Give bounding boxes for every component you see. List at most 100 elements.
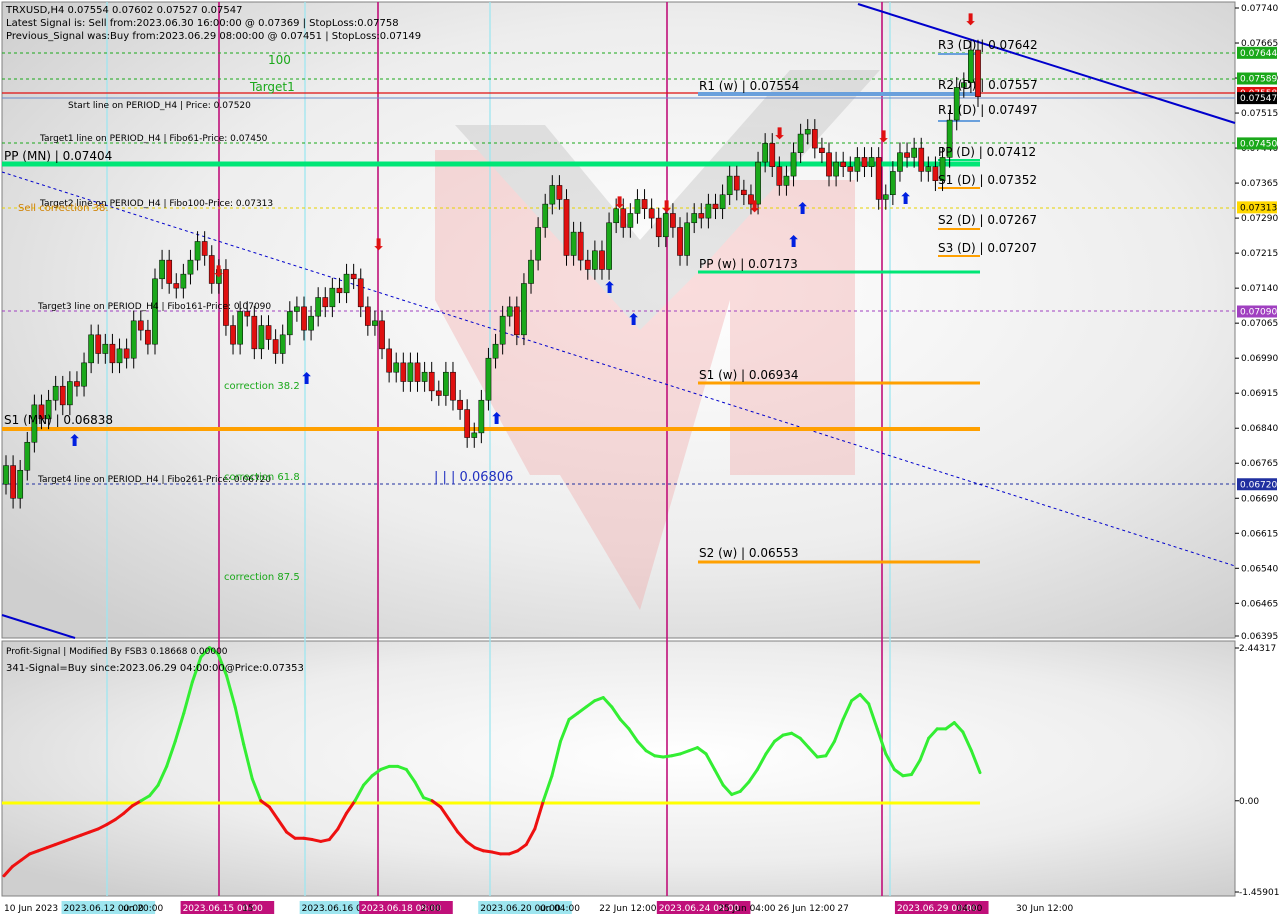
indicator-panel-bg bbox=[1, 640, 1236, 897]
annot-start-line: Start line on PERIOD_H4 | Price: 0.07520 bbox=[68, 101, 251, 111]
candle-body bbox=[776, 166, 783, 186]
candle-body bbox=[329, 287, 336, 308]
candle-body bbox=[684, 222, 690, 256]
candle-body bbox=[400, 362, 407, 382]
candle-body bbox=[159, 259, 165, 280]
candle-body bbox=[372, 320, 378, 326]
price-tick-label: 0.07515 bbox=[1241, 109, 1278, 119]
candle-body bbox=[492, 343, 499, 359]
candle-body bbox=[17, 469, 24, 499]
annot-correction-382: correction 38.2 bbox=[224, 381, 300, 392]
candle-body bbox=[549, 185, 556, 205]
candle-body bbox=[24, 441, 31, 471]
candle-body bbox=[535, 227, 541, 261]
candle-body bbox=[130, 320, 137, 359]
candle-body bbox=[393, 362, 400, 373]
price-tick-label: 0.06615 bbox=[1241, 529, 1278, 539]
candle-body bbox=[95, 334, 102, 354]
level-s1-d: S1 (D) | 0.07352 bbox=[938, 173, 1037, 187]
candle-body bbox=[599, 250, 605, 270]
candle-body bbox=[407, 362, 414, 382]
candle-body bbox=[230, 325, 236, 345]
candle-body bbox=[826, 152, 832, 177]
candle-body bbox=[187, 259, 194, 275]
candle-body bbox=[301, 306, 307, 331]
candle-body bbox=[904, 152, 910, 158]
indicator-axis: 2.44317 0.00 -1.45901 bbox=[1235, 644, 1279, 898]
candle-body bbox=[272, 339, 279, 354]
candle-body bbox=[712, 203, 719, 210]
sell-arrow: ⬇ bbox=[964, 10, 977, 29]
level-s1-mn: S1 (MN) | 0.06838 bbox=[4, 413, 113, 427]
candle-body bbox=[577, 231, 584, 261]
sell-arrow: ⬇ bbox=[212, 262, 225, 281]
candle-body bbox=[819, 147, 825, 153]
level-pp-d: PP (D) | 0.07412 bbox=[938, 145, 1036, 159]
candle-body bbox=[783, 175, 790, 186]
candle-body bbox=[811, 129, 818, 149]
candle-body bbox=[102, 343, 109, 354]
candle-body bbox=[464, 409, 471, 438]
candle-body bbox=[847, 166, 854, 172]
candle-body bbox=[450, 371, 456, 401]
candle-body bbox=[513, 306, 520, 336]
candle-body bbox=[457, 399, 463, 410]
candle-body bbox=[308, 315, 314, 331]
candle-body bbox=[237, 311, 243, 345]
time-tick-label: 30 Jun 12:00 bbox=[1016, 904, 1073, 914]
candle-body bbox=[386, 348, 392, 373]
price-tag-label: 0.07589 bbox=[1240, 75, 1277, 85]
candle-body bbox=[258, 325, 265, 350]
candle-body bbox=[556, 185, 563, 200]
candle-body bbox=[364, 306, 371, 326]
candle-body bbox=[570, 231, 577, 256]
candle-body bbox=[471, 432, 478, 438]
indicator-signal: 341-Signal=Buy since:2023.06.29 04:00:00… bbox=[6, 663, 304, 674]
price-tick-label: 0.06840 bbox=[1241, 424, 1278, 434]
candle-body bbox=[521, 283, 527, 336]
price-tag-label: 0.07547 bbox=[1240, 94, 1277, 104]
price-tag-label: 0.07450 bbox=[1240, 139, 1277, 149]
candle-body bbox=[336, 287, 343, 294]
candle-body bbox=[435, 390, 442, 396]
level-r2-d: R2 (D) | 0.07557 bbox=[938, 78, 1038, 92]
candle-body bbox=[343, 273, 350, 294]
annot-sell-correction: Sell correction 38. bbox=[18, 203, 109, 214]
price-tick-label: 0.06765 bbox=[1241, 459, 1278, 469]
candle-body bbox=[769, 143, 776, 168]
candle-body bbox=[634, 199, 641, 214]
candle-body bbox=[641, 199, 648, 210]
price-tag-label: 0.07644 bbox=[1240, 49, 1277, 59]
candle-body bbox=[485, 357, 492, 401]
price-tick-label: 0.06465 bbox=[1241, 599, 1278, 609]
level-pp-mn: PP (MN) | 0.07404 bbox=[4, 149, 112, 163]
price-tick-label: 0.06395 bbox=[1241, 632, 1278, 642]
annot-100: 100 bbox=[268, 53, 291, 67]
candle-body bbox=[506, 306, 513, 317]
candle-body bbox=[691, 213, 698, 224]
candle-body bbox=[67, 381, 73, 406]
annot-correction-618: correction 61.8 bbox=[224, 472, 300, 483]
candle-body bbox=[528, 259, 534, 284]
candle-body bbox=[854, 157, 861, 172]
candle-body bbox=[322, 297, 329, 308]
candle-body bbox=[244, 311, 251, 317]
time-tick-label: un 04:00 bbox=[540, 904, 580, 914]
price-tick-label: 0.07215 bbox=[1241, 249, 1278, 259]
candle-body bbox=[925, 166, 932, 172]
candle-body bbox=[443, 371, 449, 396]
candle-body bbox=[428, 371, 435, 392]
chart-window: ⬆ ⬇ ⬇ ⬆ ⬆ ⬆ ⬇ ⬆ ⬇ ⬇ ⬇ ⬆ ⬆ ⬇ ⬆ ⬇ TRXUSD,H… bbox=[0, 0, 1280, 920]
chart-canvas[interactable]: ⬆ ⬇ ⬇ ⬆ ⬆ ⬆ ⬇ ⬆ ⬇ ⬇ ⬇ ⬆ ⬆ ⬇ ⬆ ⬇ TRXUSD,H… bbox=[0, 0, 1280, 920]
candle-body bbox=[648, 208, 655, 219]
candle-body bbox=[88, 334, 94, 364]
price-tag-label: 0.06720 bbox=[1240, 480, 1277, 490]
sell-arrow: ⬇ bbox=[748, 197, 761, 216]
level-pp-w: PP (w) | 0.07173 bbox=[699, 257, 798, 271]
header-symbol: TRXUSD,H4 0.07554 0.07602 0.07527 0.0754… bbox=[5, 5, 242, 16]
time-axis: 10 Jun 2023 2023.06.12 00:00un 20:00 2023.… bbox=[4, 901, 1073, 914]
sell-arrow: ⬇ bbox=[877, 127, 890, 146]
level-s2-d: S2 (D) | 0.07267 bbox=[938, 213, 1037, 227]
price-tick-label: 0.06690 bbox=[1241, 494, 1278, 504]
price-tick-label: 0.07065 bbox=[1241, 319, 1278, 329]
